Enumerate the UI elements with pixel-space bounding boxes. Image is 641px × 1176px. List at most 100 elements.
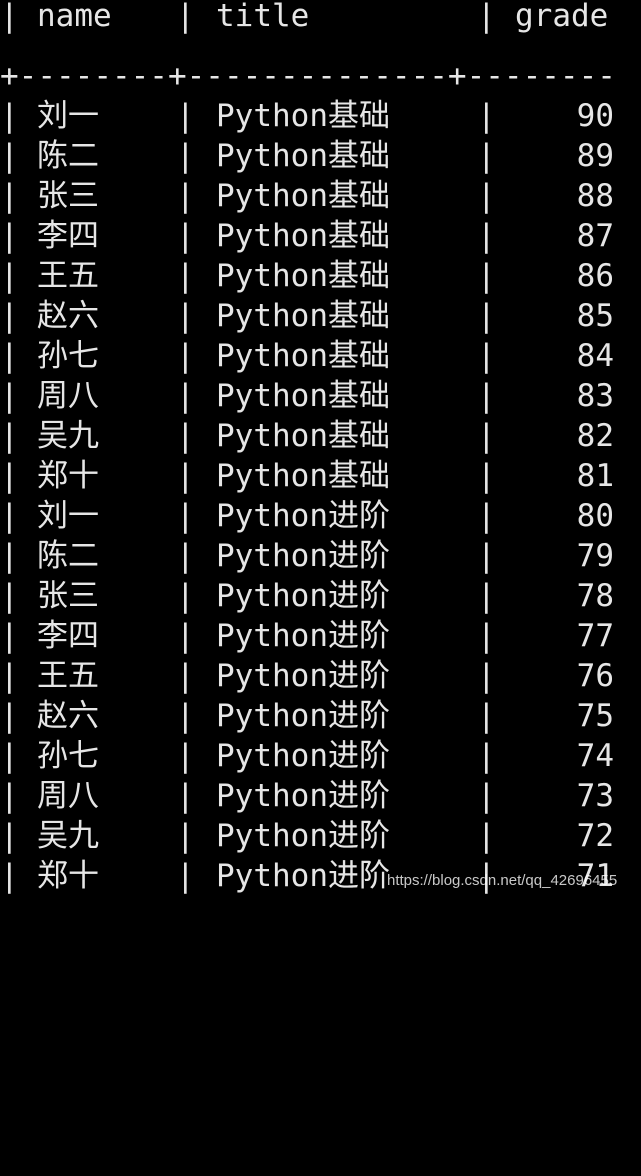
grade-cell: 84	[576, 338, 614, 374]
name-cell: 陈二	[37, 138, 99, 174]
column-separator: |	[176, 458, 195, 494]
column-separator: |	[477, 738, 496, 774]
column-separator: |	[477, 498, 496, 534]
table-row: | 李四 | Python基础 | 87	[0, 216, 641, 256]
title-cell: Python进阶	[216, 698, 390, 734]
column-separator: |	[0, 618, 19, 654]
title-cell: Python基础	[216, 418, 390, 454]
name-cell: 李四	[37, 218, 99, 254]
name-cell: 张三	[37, 178, 99, 214]
column-separator: |	[0, 818, 19, 854]
name-cell: 李四	[37, 618, 99, 654]
table-body: | 刘一 | Python基础 | 90 | 陈二 | Python基础 | 8…	[0, 96, 641, 896]
title-cell: Python进阶	[216, 538, 390, 574]
grade-cell: 82	[576, 418, 614, 454]
grade-cell: 90	[576, 98, 614, 134]
table-header-row: | name | title | grade	[0, 0, 641, 36]
table-row: | 刘一 | Python进阶 | 80	[0, 496, 641, 536]
name-cell: 王五	[37, 658, 99, 694]
table-row: | 刘一 | Python基础 | 90	[0, 96, 641, 136]
name-cell: 周八	[37, 378, 99, 414]
column-separator: |	[0, 298, 19, 334]
grade-cell: 79	[576, 538, 614, 574]
table-row: | 李四 | Python进阶 | 77	[0, 616, 641, 656]
column-separator: |	[176, 338, 195, 374]
table-row: | 周八 | Python基础 | 83	[0, 376, 641, 416]
column-separator: |	[0, 0, 19, 34]
column-separator: |	[176, 618, 195, 654]
title-cell: Python进阶	[216, 578, 390, 614]
table-row: | 吴九 | Python基础 | 82	[0, 416, 641, 456]
column-separator: |	[176, 538, 195, 574]
column-separator: |	[477, 618, 496, 654]
column-separator: |	[477, 338, 496, 374]
title-cell: Python进阶	[216, 738, 390, 774]
grade-cell: 76	[576, 658, 614, 694]
column-separator: |	[176, 658, 195, 694]
column-separator: |	[176, 698, 195, 734]
title-cell: Python进阶	[216, 658, 390, 694]
column-separator: |	[176, 418, 195, 454]
table-row: | 张三 | Python基础 | 88	[0, 176, 641, 216]
column-separator: |	[0, 658, 19, 694]
column-separator: |	[176, 0, 195, 34]
name-cell: 吴九	[37, 818, 99, 854]
title-cell: Python基础	[216, 378, 390, 414]
name-cell: 刘一	[37, 98, 99, 134]
title-cell: Python基础	[216, 298, 390, 334]
column-separator: |	[477, 818, 496, 854]
column-separator: |	[0, 458, 19, 494]
name-cell: 郑十	[37, 458, 99, 494]
grade-cell: 78	[576, 578, 614, 614]
column-separator: |	[176, 298, 195, 334]
name-cell: 陈二	[37, 538, 99, 574]
name-cell: 周八	[37, 778, 99, 814]
grade-cell: 83	[576, 378, 614, 414]
title-cell: Python基础	[216, 138, 390, 174]
column-separator: |	[477, 138, 496, 174]
title-cell: Python基础	[216, 178, 390, 214]
name-cell: 孙七	[37, 338, 99, 374]
column-separator: |	[176, 218, 195, 254]
name-cell: 郑十	[37, 858, 99, 894]
table-row: | 陈二 | Python进阶 | 79	[0, 536, 641, 576]
header-grade: grade	[515, 0, 609, 34]
column-separator: |	[477, 298, 496, 334]
table-row: | 陈二 | Python基础 | 89	[0, 136, 641, 176]
table-row: | 孙七 | Python进阶 | 74	[0, 736, 641, 776]
column-separator: |	[176, 258, 195, 294]
grade-cell: 86	[576, 258, 614, 294]
table-row: | 王五 | Python进阶 | 76	[0, 656, 641, 696]
grade-cell: 89	[576, 138, 614, 174]
name-cell: 张三	[37, 578, 99, 614]
column-separator: |	[477, 378, 496, 414]
table-divider: +--------+--------------+--------	[0, 56, 641, 96]
column-separator: |	[0, 538, 19, 574]
column-separator: |	[0, 138, 19, 174]
header-title: title	[216, 0, 310, 34]
column-separator: |	[0, 858, 19, 894]
grade-cell: 73	[576, 778, 614, 814]
column-separator: |	[176, 778, 195, 814]
column-separator: |	[477, 698, 496, 734]
grade-cell: 80	[576, 498, 614, 534]
column-separator: |	[477, 178, 496, 214]
column-separator: |	[0, 218, 19, 254]
title-cell: Python进阶	[216, 618, 390, 654]
column-separator: |	[0, 698, 19, 734]
name-cell: 赵六	[37, 298, 99, 334]
title-cell: Python进阶	[216, 778, 390, 814]
header-name: name	[37, 0, 112, 34]
column-separator: |	[477, 778, 496, 814]
table-row: | 张三 | Python进阶 | 78	[0, 576, 641, 616]
table-row: | 赵六 | Python基础 | 85	[0, 296, 641, 336]
grade-cell: 75	[576, 698, 614, 734]
column-separator: |	[176, 858, 195, 894]
name-cell: 赵六	[37, 698, 99, 734]
grade-cell: 87	[576, 218, 614, 254]
table-row: | 郑十 | Python基础 | 81	[0, 456, 641, 496]
column-separator: |	[176, 818, 195, 854]
column-separator: |	[477, 458, 496, 494]
table-row: | 孙七 | Python基础 | 84	[0, 336, 641, 376]
name-cell: 刘一	[37, 498, 99, 534]
